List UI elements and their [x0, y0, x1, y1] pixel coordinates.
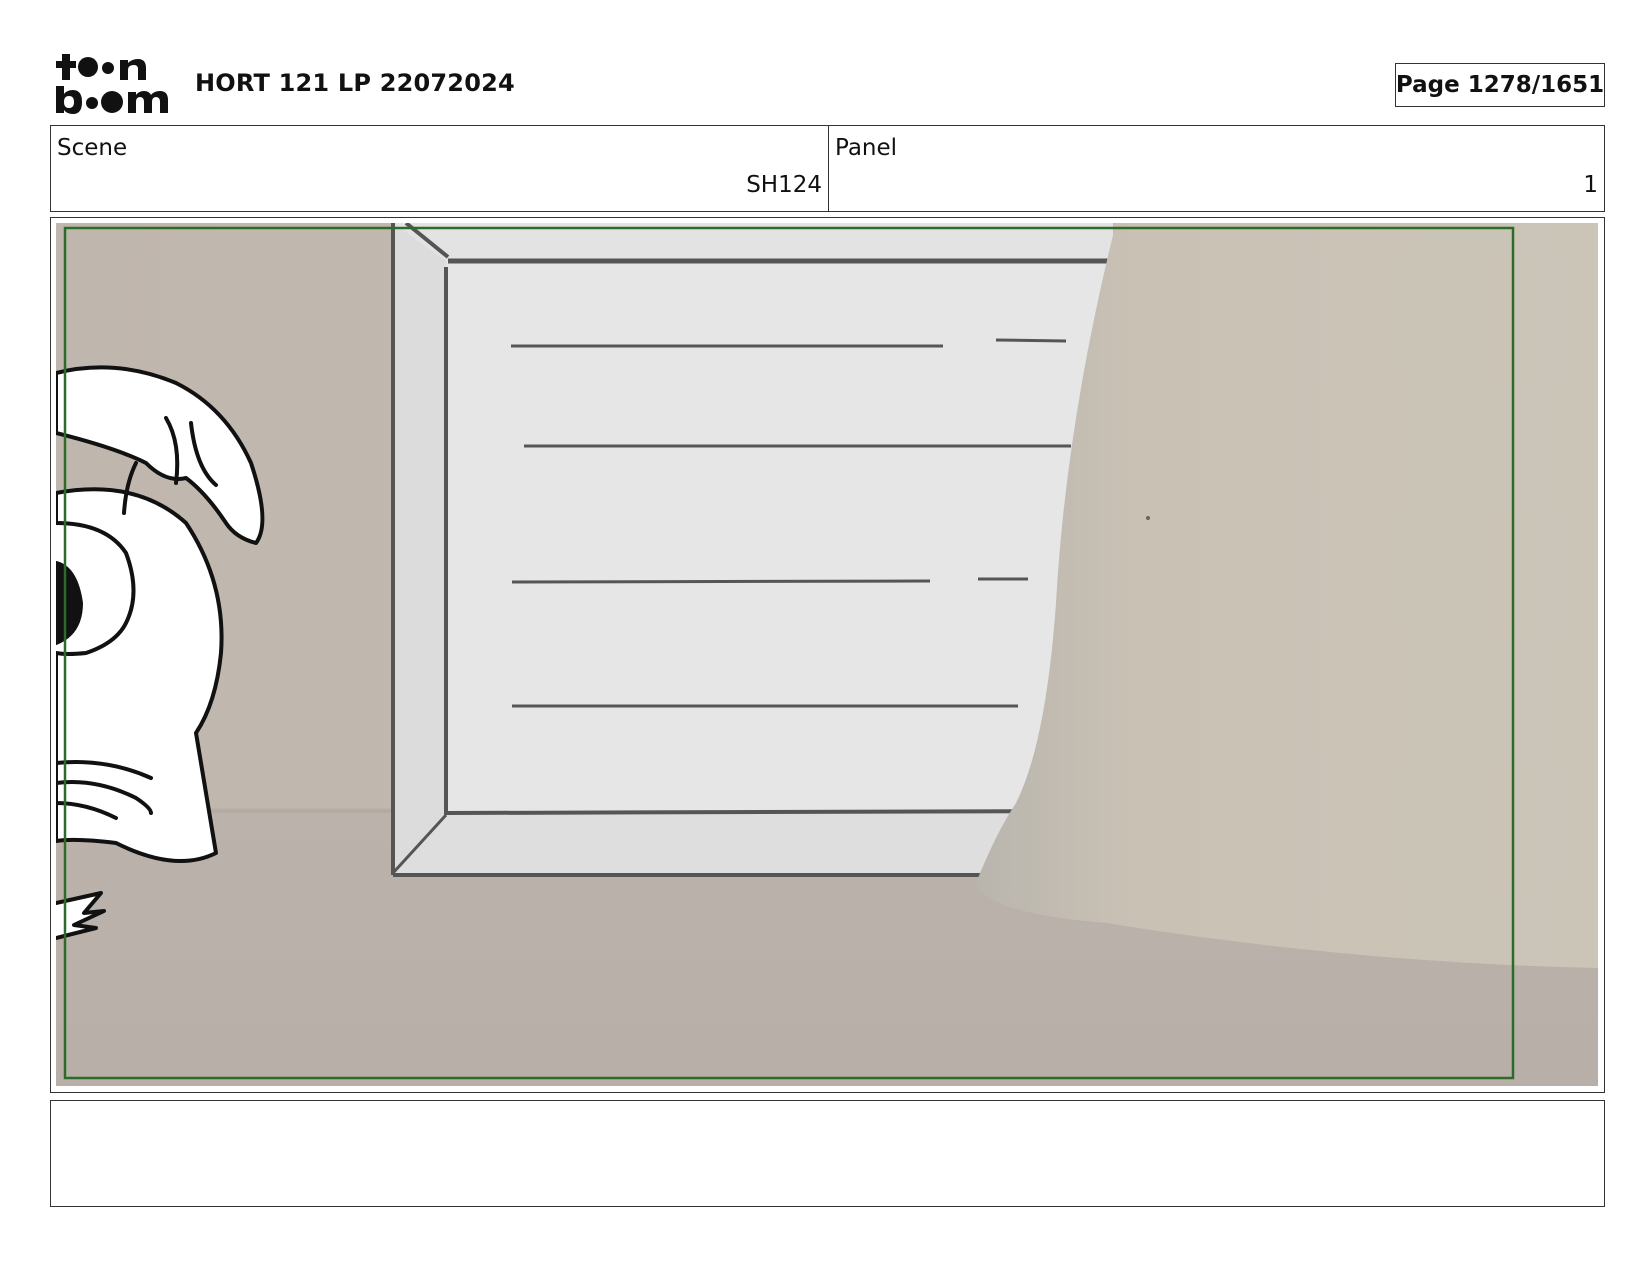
- document-title: HORT 121 LP 22072024: [195, 69, 515, 97]
- notes-box: [50, 1100, 1605, 1207]
- window-drawing: [391, 223, 1113, 877]
- panel-label: Panel: [835, 135, 898, 161]
- storyboard-frame: [50, 217, 1605, 1093]
- panel-cell: Panel 1: [829, 126, 1604, 211]
- scene-label: Scene: [57, 135, 128, 161]
- storyboard-image: [56, 223, 1599, 1087]
- toonboom-logo-icon: [54, 52, 174, 118]
- panel-value: 1: [1583, 172, 1598, 198]
- page-counter: Page 1278/1651: [1395, 63, 1605, 107]
- scene-panel-table: Scene SH124 Panel 1: [50, 125, 1605, 212]
- scene-value: SH124: [746, 172, 822, 198]
- scene-cell: Scene SH124: [51, 126, 829, 211]
